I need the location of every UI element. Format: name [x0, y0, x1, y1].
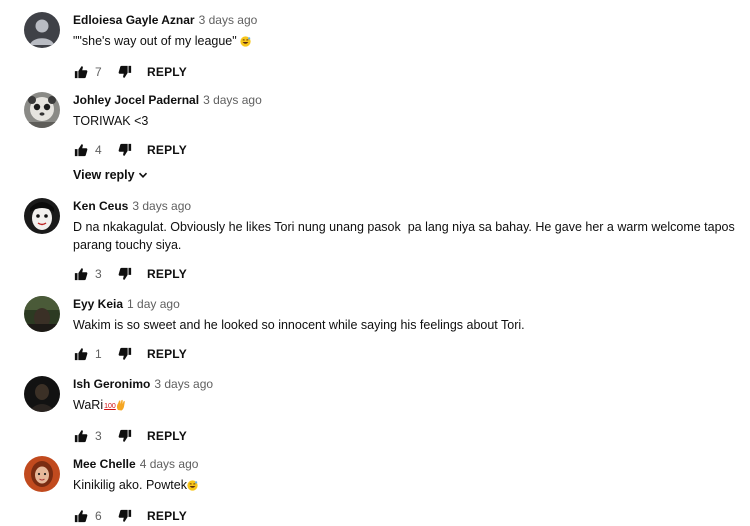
avatar-photo: [24, 456, 60, 492]
grinning-sweat-face-icon: [240, 34, 251, 52]
like-count: 3: [95, 429, 102, 443]
comment-actions: 3 REPLY: [73, 264, 742, 284]
comment-text: ""she's way out of my league": [73, 32, 742, 52]
comment-text: Wakim is so sweet and he looked so innoc…: [73, 318, 525, 332]
comment-actions: 6 REPLY: [73, 506, 742, 526]
comment-time[interactable]: 3 days ago: [132, 199, 191, 213]
reply-button[interactable]: REPLY: [147, 143, 187, 157]
thumbs-up-icon: [74, 144, 88, 157]
thumbs-up-icon: [74, 268, 88, 281]
view-reply-label: View reply: [73, 168, 135, 182]
comment-body: Johley Jocel Padernal 3 days ago TORIWAK …: [73, 92, 742, 184]
thumbs-up-icon: [74, 348, 88, 361]
comment-body: Ish Geronimo 3 days ago WaRi100 3 REPLY: [73, 376, 742, 446]
comment-time[interactable]: 1 day ago: [127, 297, 180, 311]
comment-text-content: Kinikilig ako. Powtek: [73, 478, 187, 492]
reply-button[interactable]: REPLY: [147, 65, 187, 79]
like-button[interactable]: [73, 428, 89, 444]
dislike-button[interactable]: [117, 64, 133, 80]
comment-body: Eyy Keia 1 day ago Wakim is so sweet and …: [73, 296, 742, 364]
comments-section: Edloiesa Gayle Aznar 3 days ago ""she's w…: [0, 0, 750, 526]
comment-author[interactable]: Ken Ceus: [73, 199, 128, 213]
comment-header: Johley Jocel Padernal 3 days ago: [73, 92, 742, 108]
comment-time[interactable]: 3 days ago: [154, 377, 213, 391]
dislike-button[interactable]: [117, 508, 133, 524]
reply-button[interactable]: REPLY: [147, 347, 187, 361]
comment-time[interactable]: 4 days ago: [140, 457, 199, 471]
reply-button[interactable]: REPLY: [147, 429, 187, 443]
thumbs-down-icon: [118, 429, 132, 442]
reply-button[interactable]: REPLY: [147, 509, 187, 523]
dislike-button[interactable]: [117, 266, 133, 282]
comment-header: Ish Geronimo 3 days ago: [73, 376, 742, 392]
avatar-photo: [24, 198, 60, 234]
avatar[interactable]: [24, 92, 60, 128]
like-count: 7: [95, 65, 102, 79]
avatar-photo: [24, 92, 60, 128]
comment-header: Ken Ceus 3 days ago: [73, 198, 742, 214]
comment-actions: 4 REPLY: [73, 140, 742, 160]
comment-body: Mee Chelle 4 days ago Kinikilig ako. Powt…: [73, 456, 742, 526]
comment-actions: 7 REPLY: [73, 62, 742, 82]
thumbs-down-icon: [118, 509, 132, 522]
comment-body: Edloiesa Gayle Aznar 3 days ago ""she's w…: [73, 12, 742, 82]
chevron-down-icon: [138, 170, 148, 180]
comment-text-content: WaRi: [73, 398, 104, 412]
thumbs-down-icon: [118, 143, 132, 156]
like-button[interactable]: [73, 346, 89, 362]
avatar[interactable]: [24, 456, 60, 492]
comment-actions: 1 REPLY: [73, 344, 742, 364]
avatar[interactable]: [24, 12, 60, 48]
avatar[interactable]: [24, 296, 60, 332]
comment-text: TORIWAK <3: [73, 114, 149, 128]
like-count: 1: [95, 347, 102, 361]
avatar-photo: [24, 296, 60, 332]
comment-author[interactable]: Eyy Keia: [73, 297, 123, 311]
grinning-sweat-face-icon: [187, 478, 198, 496]
view-reply-button[interactable]: View reply: [73, 168, 148, 182]
thumbs-up-icon: [74, 510, 88, 523]
like-count: 4: [95, 143, 102, 157]
dislike-button[interactable]: [117, 346, 133, 362]
default-avatar-icon: [24, 12, 60, 48]
comment-text: Kinikilig ako. Powtek: [73, 476, 742, 496]
hundred-points-icon: 100: [104, 403, 116, 410]
comment-text-content: ""she's way out of my league": [73, 34, 237, 48]
comment-body: Ken Ceus 3 days ago D na nkakagulat. Obvi…: [73, 198, 742, 284]
comment-text: D na nkakagulat. Obviously he likes Tori…: [73, 220, 739, 252]
avatar-photo: [24, 376, 60, 412]
thumbs-up-icon: [74, 66, 88, 79]
avatar[interactable]: [24, 198, 60, 234]
comment-header: Mee Chelle 4 days ago: [73, 456, 742, 472]
comment-author[interactable]: Johley Jocel Padernal: [73, 93, 199, 107]
like-button[interactable]: [73, 266, 89, 282]
avatar[interactable]: [24, 376, 60, 412]
dislike-button[interactable]: [117, 428, 133, 444]
thumbs-down-icon: [118, 347, 132, 360]
like-count: 3: [95, 267, 102, 281]
comment-text: WaRi100: [73, 396, 742, 416]
comment-time[interactable]: 3 days ago: [203, 93, 262, 107]
comment-header: Edloiesa Gayle Aznar 3 days ago: [73, 12, 742, 28]
comment-time[interactable]: 3 days ago: [199, 13, 258, 27]
comment-author[interactable]: Mee Chelle: [73, 457, 136, 471]
comment-header: Eyy Keia 1 day ago: [73, 296, 742, 312]
comment-author[interactable]: Ish Geronimo: [73, 377, 150, 391]
comment-author[interactable]: Edloiesa Gayle Aznar: [73, 13, 195, 27]
like-count: 6: [95, 509, 102, 523]
thumbs-down-icon: [118, 65, 132, 78]
reply-button[interactable]: REPLY: [147, 267, 187, 281]
dislike-button[interactable]: [117, 142, 133, 158]
like-button[interactable]: [73, 64, 89, 80]
like-button[interactable]: [73, 142, 89, 158]
thumbs-down-icon: [118, 267, 132, 280]
thumbs-up-icon: [74, 430, 88, 443]
ok-hand-icon: [116, 398, 126, 416]
like-button[interactable]: [73, 508, 89, 524]
comment-actions: 3 REPLY: [73, 426, 742, 446]
